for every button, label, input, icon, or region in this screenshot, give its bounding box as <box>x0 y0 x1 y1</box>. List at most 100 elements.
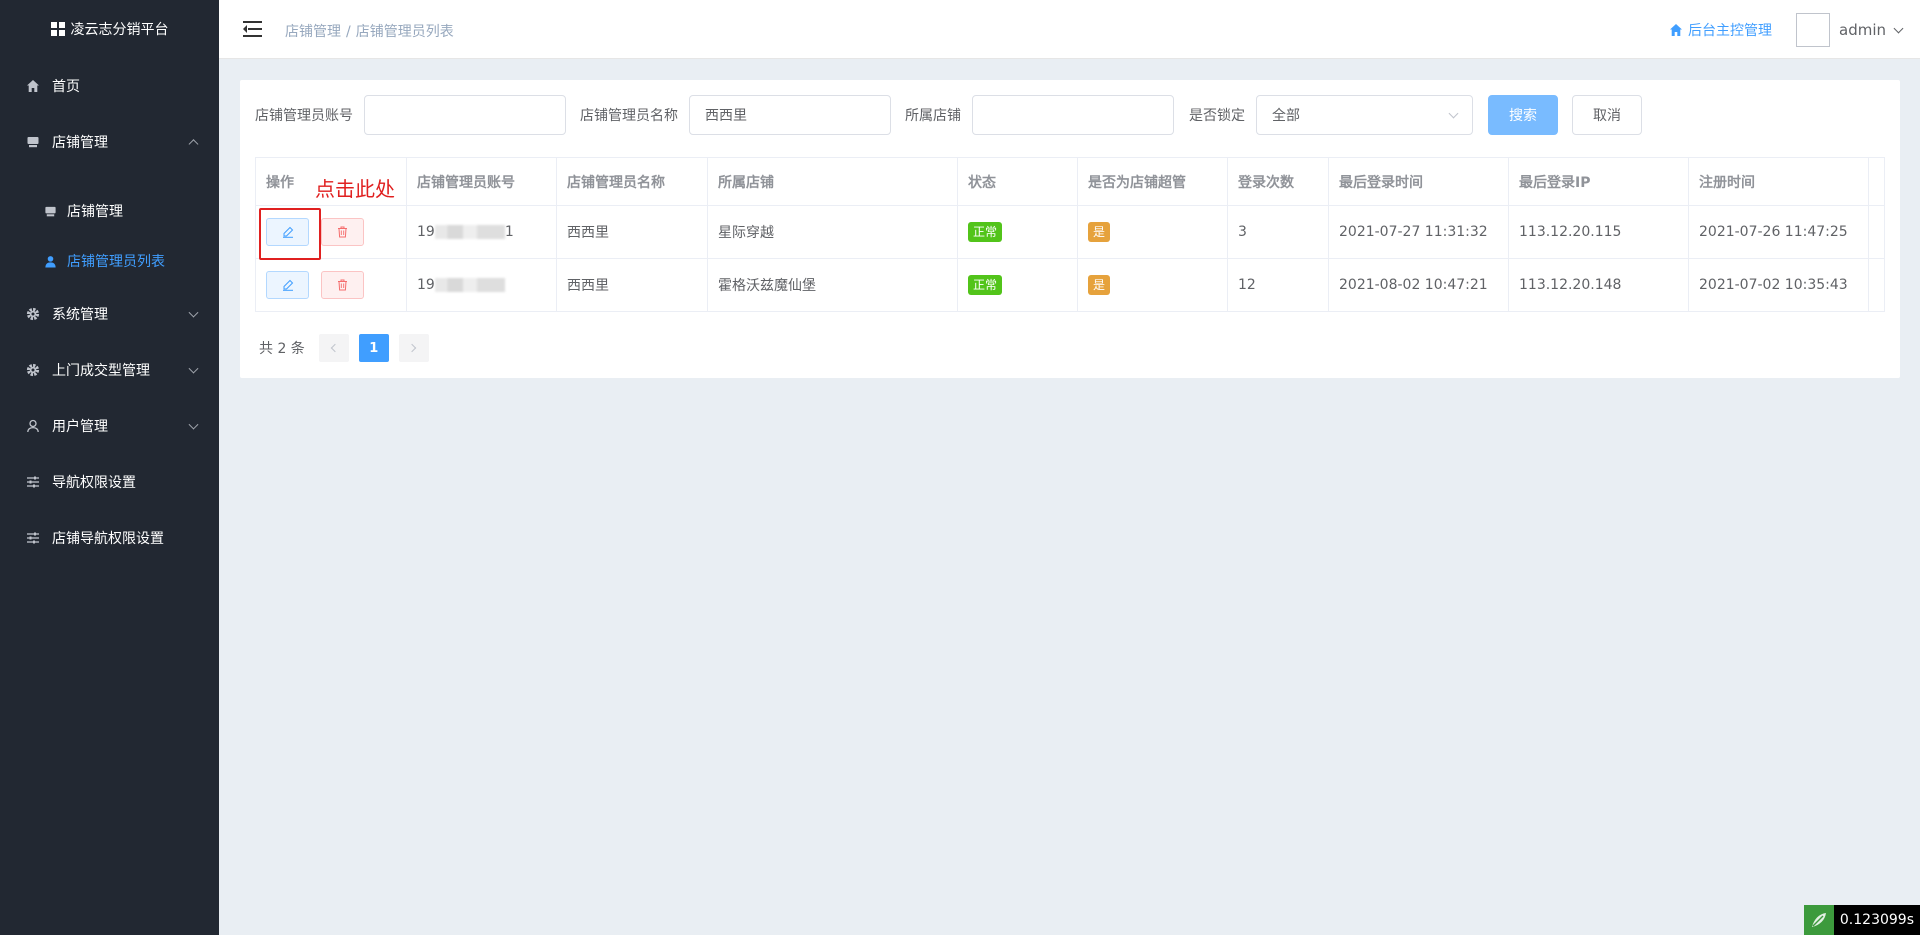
locked-label: 是否锁定 <box>1189 108 1245 124</box>
account-suffix: 1 <box>504 224 514 240</box>
user-outline-icon <box>26 419 40 433</box>
home-icon <box>26 79 40 93</box>
pagination: 共 2 条 1 <box>259 334 439 362</box>
account-input[interactable] <box>364 95 566 135</box>
table-row: 19 西西里 霍格沃兹魔仙堡 正常 是 12 2021-08-02 10:47:… <box>255 258 1885 312</box>
gear-icon <box>26 363 40 377</box>
chevron-down-icon <box>188 363 199 374</box>
breadcrumb-item-current: 店铺管理员列表 <box>355 24 454 40</box>
sidebar-item-label: 用户管理 <box>52 419 108 435</box>
column-header: 注册时间 <box>1688 157 1869 206</box>
cancel-button[interactable]: 取消 <box>1572 95 1642 135</box>
sidebar-item-nav-permission[interactable]: 导航权限设置 <box>0 454 219 510</box>
locked-select[interactable]: 全部 <box>1256 95 1473 135</box>
chevron-down-icon <box>188 307 199 318</box>
page-number-button[interactable]: 1 <box>358 334 389 362</box>
store-label: 所属店铺 <box>905 108 961 124</box>
gear-icon <box>26 307 40 321</box>
edit-icon <box>282 226 293 238</box>
name-cell: 西西里 <box>556 205 708 259</box>
breadcrumb-item[interactable]: 店铺管理 <box>285 24 341 40</box>
account-prefix: 19 <box>417 224 435 240</box>
sidebar-item-label: 首页 <box>52 79 80 95</box>
chevron-down-icon <box>1448 108 1459 118</box>
column-header: 是否为店铺超管 <box>1077 157 1228 206</box>
redacted-mask <box>434 225 505 239</box>
super-admin-cell: 是 <box>1077 258 1228 312</box>
sidebar-subitem-label: 店铺管理员列表 <box>67 254 165 270</box>
user-menu[interactable]: admin <box>1839 21 1904 39</box>
chevron-right-icon <box>408 343 417 353</box>
action-cell <box>255 258 407 312</box>
sidebar-item-label: 上门成交型管理 <box>52 363 150 379</box>
chevron-left-icon <box>331 343 340 353</box>
store-cell: 霍格沃兹魔仙堡 <box>707 258 958 312</box>
column-header: 状态 <box>957 157 1078 206</box>
edit-button[interactable] <box>266 218 309 246</box>
status-cell: 正常 <box>957 205 1078 259</box>
next-page-button[interactable] <box>398 334 429 362</box>
leaf-logo-icon <box>1803 905 1834 935</box>
column-header: 所属店铺 <box>707 157 958 206</box>
super-admin-badge: 是 <box>1088 222 1111 242</box>
register-time-cell: 2021-07-02 10:35:43 <box>1688 258 1869 312</box>
top-header: 店铺管理 / 店铺管理员列表 后台主控管理 admin <box>219 0 1920 59</box>
locked-select-value: 全部 <box>1272 108 1300 124</box>
last-login-ip-cell: 113.12.20.115 <box>1508 205 1689 259</box>
status-cell: 正常 <box>957 258 1078 312</box>
annotation-text: 点击此处 <box>315 177 395 201</box>
grid-icon <box>50 22 65 36</box>
menu-toggle-icon[interactable] <box>243 21 262 37</box>
sidebar-item-label: 导航权限设置 <box>52 475 136 491</box>
admin-home-link[interactable]: 后台主控管理 <box>1669 20 1772 40</box>
empty-cell <box>1868 205 1885 259</box>
shop-icon <box>26 135 40 149</box>
account-cell: 19 1 <box>406 205 557 259</box>
sidebar-item-home[interactable]: 首页 <box>0 58 219 114</box>
sidebar-item-shop-management[interactable]: 店铺管理 <box>0 114 219 170</box>
prev-page-button[interactable] <box>318 334 349 362</box>
last-login-time-cell: 2021-08-02 10:47:21 <box>1328 258 1509 312</box>
super-admin-badge: 是 <box>1088 275 1111 295</box>
trash-icon <box>338 279 347 291</box>
sidebar-item-onsite-deal-management[interactable]: 上门成交型管理 <box>0 342 219 398</box>
login-count-cell: 12 <box>1227 258 1329 312</box>
home-icon <box>1669 23 1683 37</box>
delete-button[interactable] <box>321 271 364 299</box>
last-login-ip-cell: 113.12.20.148 <box>1508 258 1689 312</box>
sidebar-subitem-shop-management[interactable]: 店铺管理 <box>0 186 219 236</box>
column-header: 登录次数 <box>1227 157 1329 206</box>
column-header: 店铺管理员账号 <box>406 157 557 206</box>
search-button[interactable]: 搜索 <box>1488 95 1558 135</box>
sidebar-item-label: 店铺管理 <box>52 135 108 151</box>
super-admin-cell: 是 <box>1077 205 1228 259</box>
admin-table: 操作 店铺管理员账号 店铺管理员名称 所属店铺 状态 是否为店铺超管 登录次数 … <box>255 157 1885 312</box>
edit-button[interactable] <box>266 271 309 299</box>
breadcrumb-separator: / <box>346 24 351 40</box>
sidebar-item-system-management[interactable]: 系统管理 <box>0 286 219 342</box>
register-time-cell: 2021-07-26 11:47:25 <box>1688 205 1869 259</box>
account-cell: 19 <box>406 258 557 312</box>
chevron-down-icon <box>1893 23 1904 33</box>
sliders-icon <box>26 475 40 489</box>
status-badge: 正常 <box>968 222 1003 242</box>
search-bar: 店铺管理员账号 店铺管理员名称 所属店铺 是否锁定 全部 搜索 取消 <box>255 95 1642 135</box>
sidebar-item-user-management[interactable]: 用户管理 <box>0 398 219 454</box>
last-login-time-cell: 2021-07-27 11:31:32 <box>1328 205 1509 259</box>
table-header-row: 操作 店铺管理员账号 店铺管理员名称 所属店铺 状态 是否为店铺超管 登录次数 … <box>255 157 1885 206</box>
app-logo[interactable]: 凌云志分销平台 <box>0 0 219 58</box>
app-title: 凌云志分销平台 <box>70 22 169 38</box>
sidebar: 凌云志分销平台 首页 店铺管理 店铺管理 店铺管理员列表 系统管理 上门成交型管… <box>0 0 219 935</box>
sidebar-item-shop-nav-permission[interactable]: 店铺导航权限设置 <box>0 510 219 566</box>
timer-value: 0.123099s <box>1839 912 1914 928</box>
store-input[interactable] <box>972 95 1174 135</box>
store-cell: 星际穿越 <box>707 205 958 259</box>
user-name: admin <box>1839 21 1886 39</box>
chevron-up-icon <box>188 139 199 150</box>
sidebar-subitem-shop-admin-list[interactable]: 店铺管理员列表 <box>0 236 219 286</box>
chevron-down-icon <box>188 419 199 430</box>
avatar[interactable] <box>1796 13 1830 47</box>
delete-button[interactable] <box>321 218 364 246</box>
sidebar-subitem-label: 店铺管理 <box>67 204 123 220</box>
name-input[interactable] <box>689 95 891 135</box>
